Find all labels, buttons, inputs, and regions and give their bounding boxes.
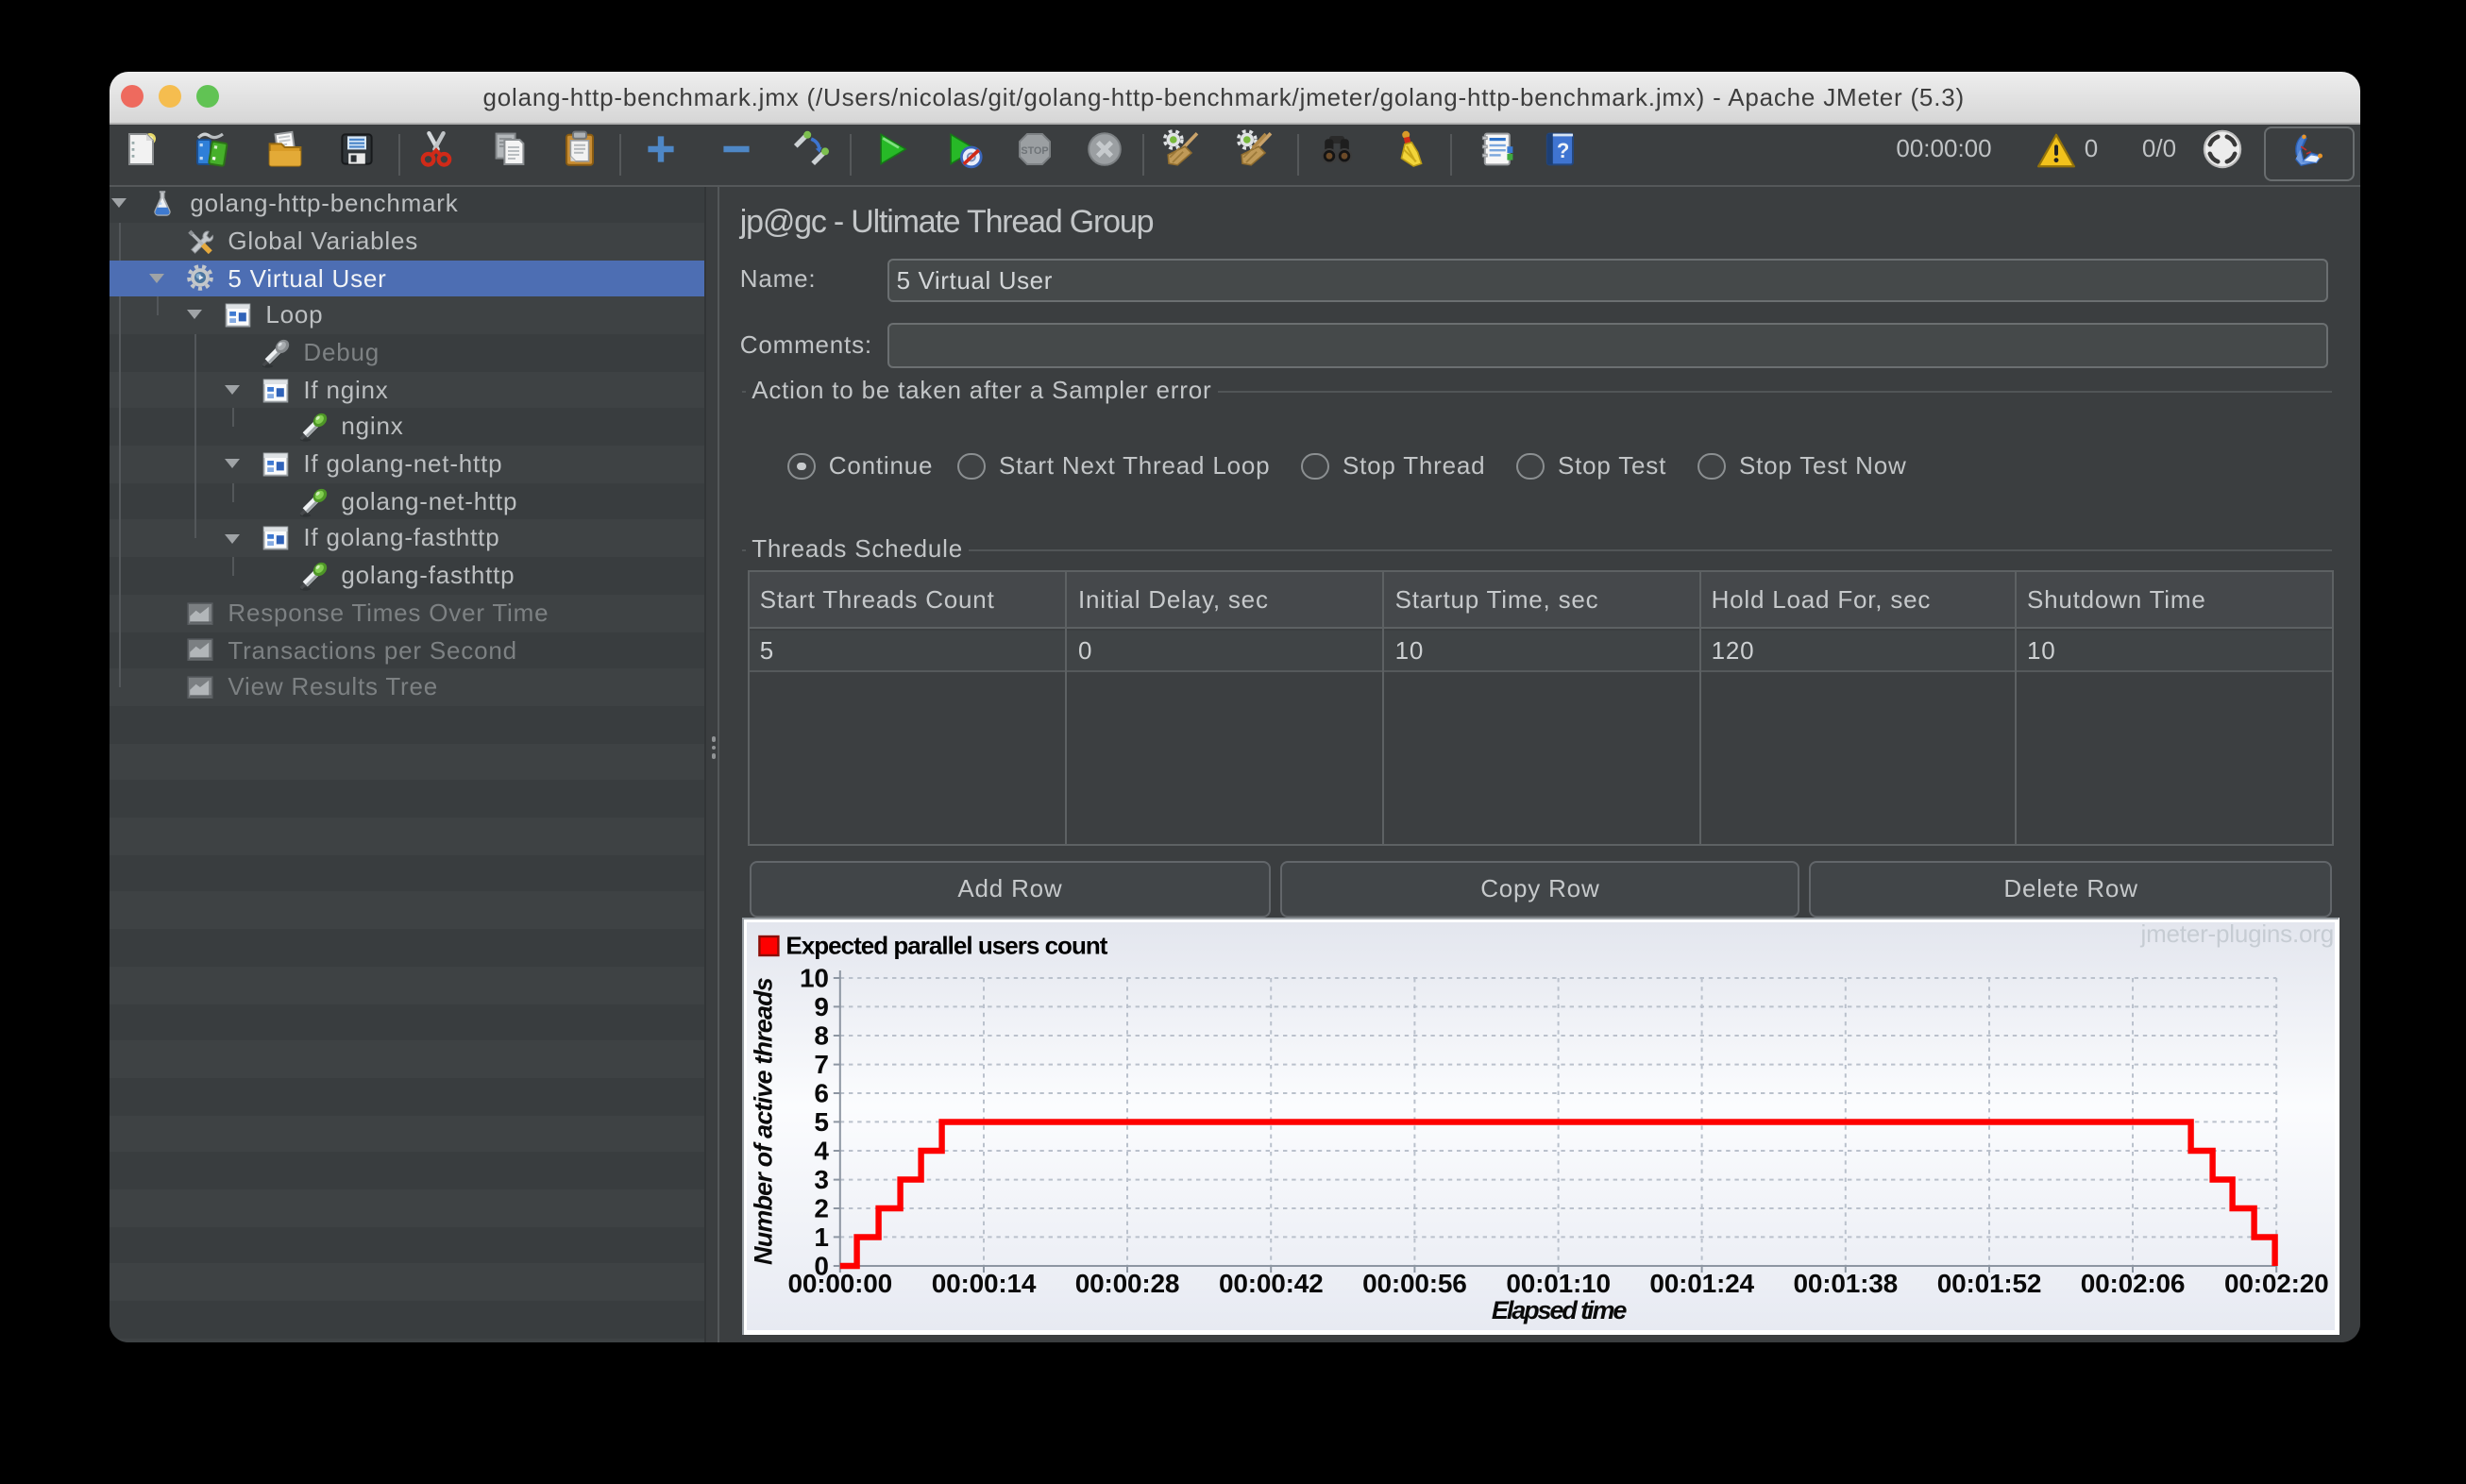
svg-text:00:00:14: 00:00:14 (931, 1270, 1036, 1299)
svg-text:00:00:42: 00:00:42 (1218, 1270, 1322, 1299)
svg-text:9: 9 (814, 993, 828, 1022)
svg-text:jmeter-plugins.org: jmeter-plugins.org (2139, 920, 2334, 949)
svg-text:2: 2 (814, 1195, 828, 1224)
svg-text:00:00:28: 00:00:28 (1074, 1270, 1178, 1299)
svg-text:4: 4 (814, 1138, 829, 1167)
svg-text:00:00:56: 00:00:56 (1362, 1270, 1466, 1299)
svg-text:6: 6 (814, 1080, 828, 1109)
svg-text:Number of active threads: Number of active threads (749, 978, 777, 1266)
svg-text:00:02:20: 00:02:20 (2223, 1270, 2327, 1299)
svg-text:8: 8 (814, 1022, 828, 1052)
svg-text:0: 0 (814, 1253, 828, 1282)
svg-text:1: 1 (814, 1223, 828, 1253)
svg-text:7: 7 (814, 1051, 828, 1080)
svg-text:STOP: STOP (1021, 144, 1048, 156)
svg-text:Elapsed time: Elapsed time (1491, 1297, 1626, 1325)
svg-text:Expected parallel users count: Expected parallel users count (785, 932, 1107, 960)
svg-text:00:02:06: 00:02:06 (2080, 1270, 2184, 1299)
svg-text:10: 10 (799, 965, 828, 994)
svg-text:00:01:10: 00:01:10 (1506, 1270, 1610, 1299)
svg-text:3: 3 (814, 1166, 828, 1195)
svg-text:00:01:24: 00:01:24 (1649, 1270, 1754, 1299)
svg-text:5: 5 (814, 1108, 828, 1138)
svg-text:00:00:00: 00:00:00 (787, 1270, 891, 1299)
svg-text:?: ? (1557, 138, 1569, 161)
svg-text:00:01:38: 00:01:38 (1793, 1270, 1897, 1299)
svg-text:00:01:52: 00:01:52 (1936, 1270, 2040, 1299)
